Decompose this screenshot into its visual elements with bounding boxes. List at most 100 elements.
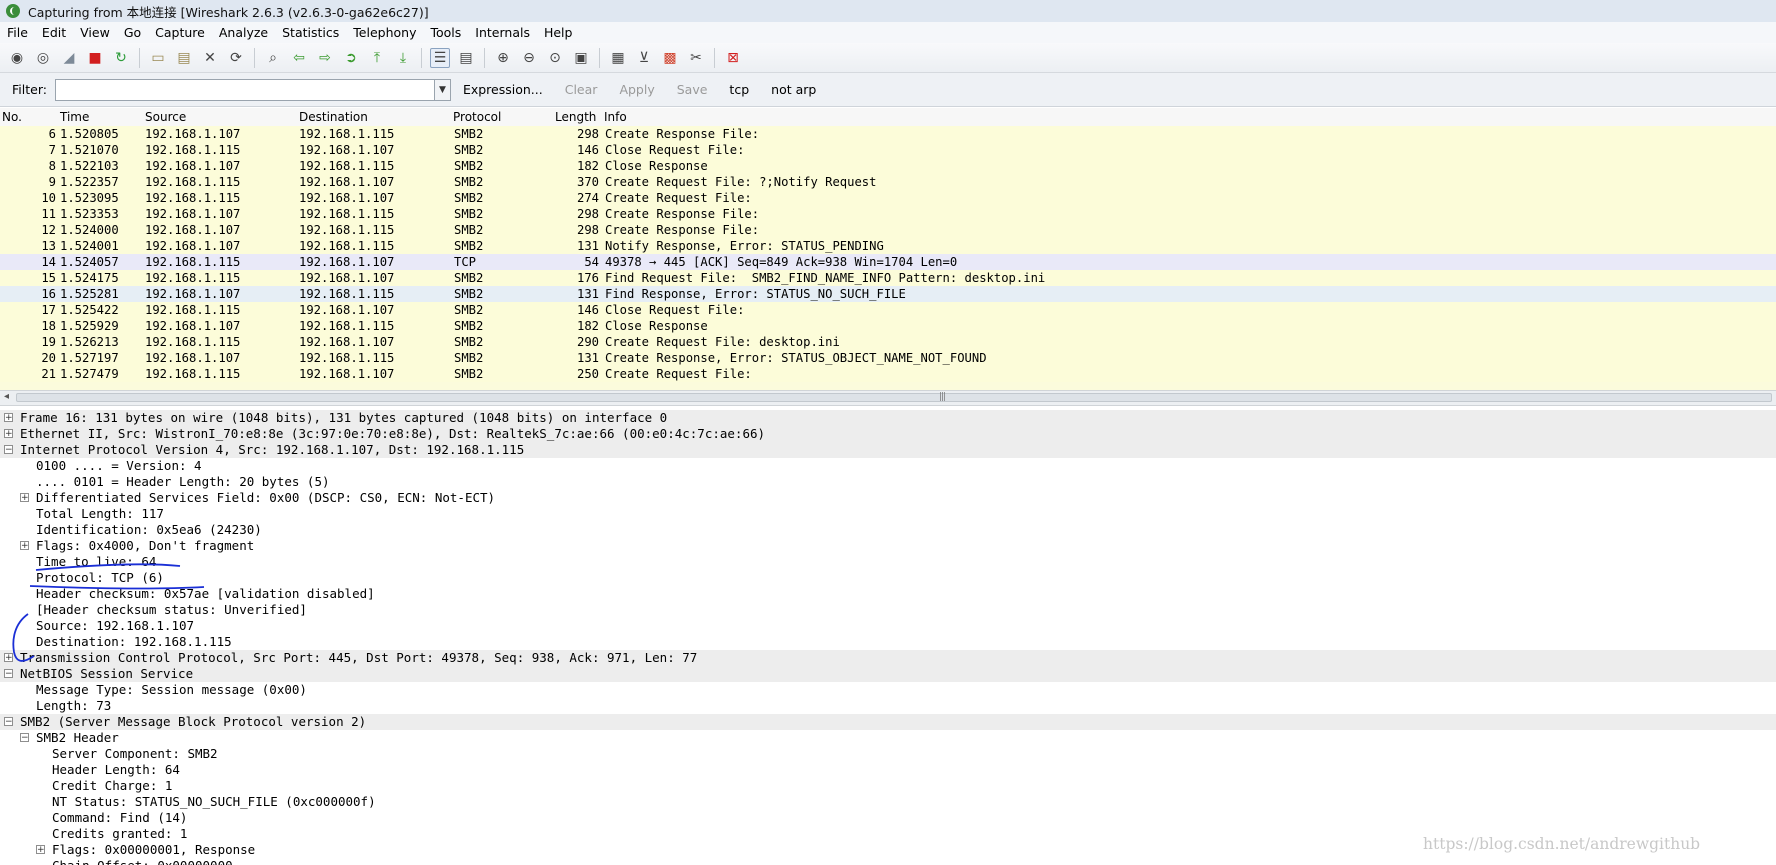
close-file-icon[interactable]: ✕ [200,48,220,68]
column-header-length[interactable]: Length [555,110,596,124]
zoom-in-icon[interactable]: ⊕ [493,48,513,68]
menu-edit[interactable]: Edit [39,25,69,40]
packet-row[interactable]: 19 1.526213 192.168.1.115 192.168.1.107 SMB2… [0,334,1776,350]
detail-row[interactable]: Header checksum: 0x57ae [validation disa… [0,586,1776,602]
auto-scroll-icon[interactable]: ▤ [456,48,476,68]
zoom-out-icon[interactable]: ⊖ [519,48,539,68]
restart-capture-icon[interactable]: ↻ [111,48,131,68]
expand-icon[interactable]: + [20,493,29,503]
detail-row[interactable]: Chain Offset: 0x00000000 [0,858,1776,865]
detail-row[interactable]: − NetBIOS Session Service [0,666,1776,682]
detail-row[interactable]: Source: 192.168.1.107 [0,618,1776,634]
packet-row[interactable]: 8 1.522103 192.168.1.107 192.168.1.115 SMB2 1… [0,158,1776,174]
detail-row[interactable]: Server Component: SMB2 [0,746,1776,762]
packet-row[interactable]: 9 1.522357 192.168.1.115 192.168.1.107 SMB2 3… [0,174,1776,190]
menu-help[interactable]: Help [541,25,576,40]
interfaces-icon[interactable]: ◉ [7,48,27,68]
collapse-icon[interactable]: − [4,445,13,455]
menu-analyze[interactable]: Analyze [216,25,271,40]
filter-button-save[interactable]: Save [671,82,714,97]
menu-view[interactable]: View [77,25,113,40]
detail-row[interactable]: − Internet Protocol Version 4, Src: 192.1… [0,442,1776,458]
expand-icon[interactable]: + [4,413,13,423]
collapse-icon[interactable]: − [4,717,13,727]
packet-row[interactable]: 10 1.523095 192.168.1.115 192.168.1.107 SMB2… [0,190,1776,206]
detail-row[interactable]: Time to live: 64 [0,554,1776,570]
coloring-rules-icon[interactable]: ▩ [660,48,680,68]
detail-row[interactable]: Message Type: Session message (0x00) [0,682,1776,698]
detail-row[interactable]: Identification: 0x5ea6 (24230) [0,522,1776,538]
stop-capture-icon[interactable]: ■ [85,48,105,68]
packet-row[interactable]: 21 1.527479 192.168.1.115 192.168.1.107 SMB2… [0,366,1776,382]
column-header-no[interactable]: No. [2,110,22,124]
column-header-source[interactable]: Source [145,110,186,124]
detail-row[interactable]: Header Length: 64 [0,762,1776,778]
detail-row[interactable]: + Transmission Control Protocol, Src Port… [0,650,1776,666]
options-icon[interactable]: ◎ [33,48,53,68]
detail-row[interactable]: − SMB2 (Server Message Block Protocol ver… [0,714,1776,730]
save-file-icon[interactable]: ▤ [174,48,194,68]
filter-button-apply[interactable]: Apply [613,82,660,97]
colorize-icon[interactable]: ☰ [430,47,450,68]
collapse-icon[interactable]: − [20,733,29,743]
column-header-time[interactable]: Time [60,110,89,124]
packet-row[interactable]: 17 1.525422 192.168.1.115 192.168.1.107 SMB2… [0,302,1776,318]
resize-columns-icon[interactable]: ▣ [571,48,591,68]
packet-list[interactable]: 6 1.520805 192.168.1.107 192.168.1.115 SMB2 2… [0,126,1776,390]
detail-row[interactable]: + Flags: 0x4000, Don't fragment [0,538,1776,554]
menu-internals[interactable]: Internals [472,25,533,40]
column-header-protocol[interactable]: Protocol [453,110,501,124]
column-header-destination[interactable]: Destination [299,110,368,124]
filter-button-tcp[interactable]: tcp [723,82,755,97]
expand-icon[interactable]: + [4,653,13,663]
detail-row[interactable]: .... 0101 = Header Length: 20 bytes (5) [0,474,1776,490]
packet-row[interactable]: 7 1.521070 192.168.1.115 192.168.1.107 SMB2 1… [0,142,1776,158]
detail-row[interactable]: Credit Charge: 1 [0,778,1776,794]
go-to-packet-icon[interactable]: ➲ [341,48,361,68]
packet-list-hscrollbar[interactable]: ◂ ||| [0,390,1776,406]
scrollbar-thumb[interactable]: ||| [16,392,1772,402]
detail-row[interactable]: + Ethernet II, Src: WistronI_70:e8:8e (3c… [0,426,1776,442]
go-last-icon[interactable]: ⤓ [393,48,413,68]
detail-row[interactable]: + Differentiated Services Field: 0x00 (DS… [0,490,1776,506]
filter-button-clear[interactable]: Clear [559,82,604,97]
preferences-icon[interactable]: ✂ [686,48,706,68]
packet-row[interactable]: 6 1.520805 192.168.1.107 192.168.1.115 SMB2 2… [0,126,1776,142]
menu-capture[interactable]: Capture [152,25,208,40]
menu-telephony[interactable]: Telephony [350,25,419,40]
zoom-normal-icon[interactable]: ⊙ [545,48,565,68]
reload-icon[interactable]: ⟳ [226,48,246,68]
menu-tools[interactable]: Tools [427,25,464,40]
find-packet-icon[interactable]: ⌕ [263,48,283,68]
scroll-left-icon[interactable]: ◂ [4,391,9,402]
detail-row[interactable]: Total Length: 117 [0,506,1776,522]
detail-row[interactable]: Length: 73 [0,698,1776,714]
packet-row[interactable]: 15 1.524175 192.168.1.115 192.168.1.107 SMB2… [0,270,1776,286]
packet-row[interactable]: 14 1.524057 192.168.1.115 192.168.1.107 TCP 5… [0,254,1776,270]
display-filters-icon[interactable]: ⊻ [634,48,654,68]
detail-row[interactable]: NT Status: STATUS_NO_SUCH_FILE (0xc00000… [0,794,1776,810]
expand-icon[interactable]: + [4,429,13,439]
open-file-icon[interactable]: ▭ [148,48,168,68]
collapse-icon[interactable]: − [4,669,13,679]
go-first-icon[interactable]: ⤒ [367,48,387,68]
detail-row[interactable]: + Frame 16: 131 bytes on wire (1048 bits)… [0,410,1776,426]
filter-button-expression[interactable]: Expression... [457,82,549,97]
shark-fin-start-icon[interactable]: ◢ [59,48,79,68]
packet-row[interactable]: 20 1.527197 192.168.1.107 192.168.1.115 SMB2… [0,350,1776,366]
expand-icon[interactable]: + [36,845,45,855]
packet-row[interactable]: 16 1.525281 192.168.1.107 192.168.1.115 SMB2… [0,286,1776,302]
detail-row[interactable]: Command: Find (14) [0,810,1776,826]
expand-icon[interactable]: + [20,541,29,551]
menu-file[interactable]: File [4,25,31,40]
detail-row[interactable]: [Header checksum status: Unverified] [0,602,1776,618]
help-icon[interactable]: ⊠ [723,48,743,68]
display-filter-input[interactable] [54,78,435,101]
go-back-icon[interactable]: ⇦ [289,48,309,68]
filter-dropdown-icon[interactable]: ▼ [434,78,451,101]
packet-row[interactable]: 18 1.525929 192.168.1.107 192.168.1.115 SMB2… [0,318,1776,334]
packet-row[interactable]: 13 1.524001 192.168.1.107 192.168.1.115 SMB2… [0,238,1776,254]
detail-row[interactable]: Protocol: TCP (6) [0,570,1776,586]
column-header-info[interactable]: Info [604,110,627,124]
filter-button-not-arp[interactable]: not arp [765,82,822,97]
